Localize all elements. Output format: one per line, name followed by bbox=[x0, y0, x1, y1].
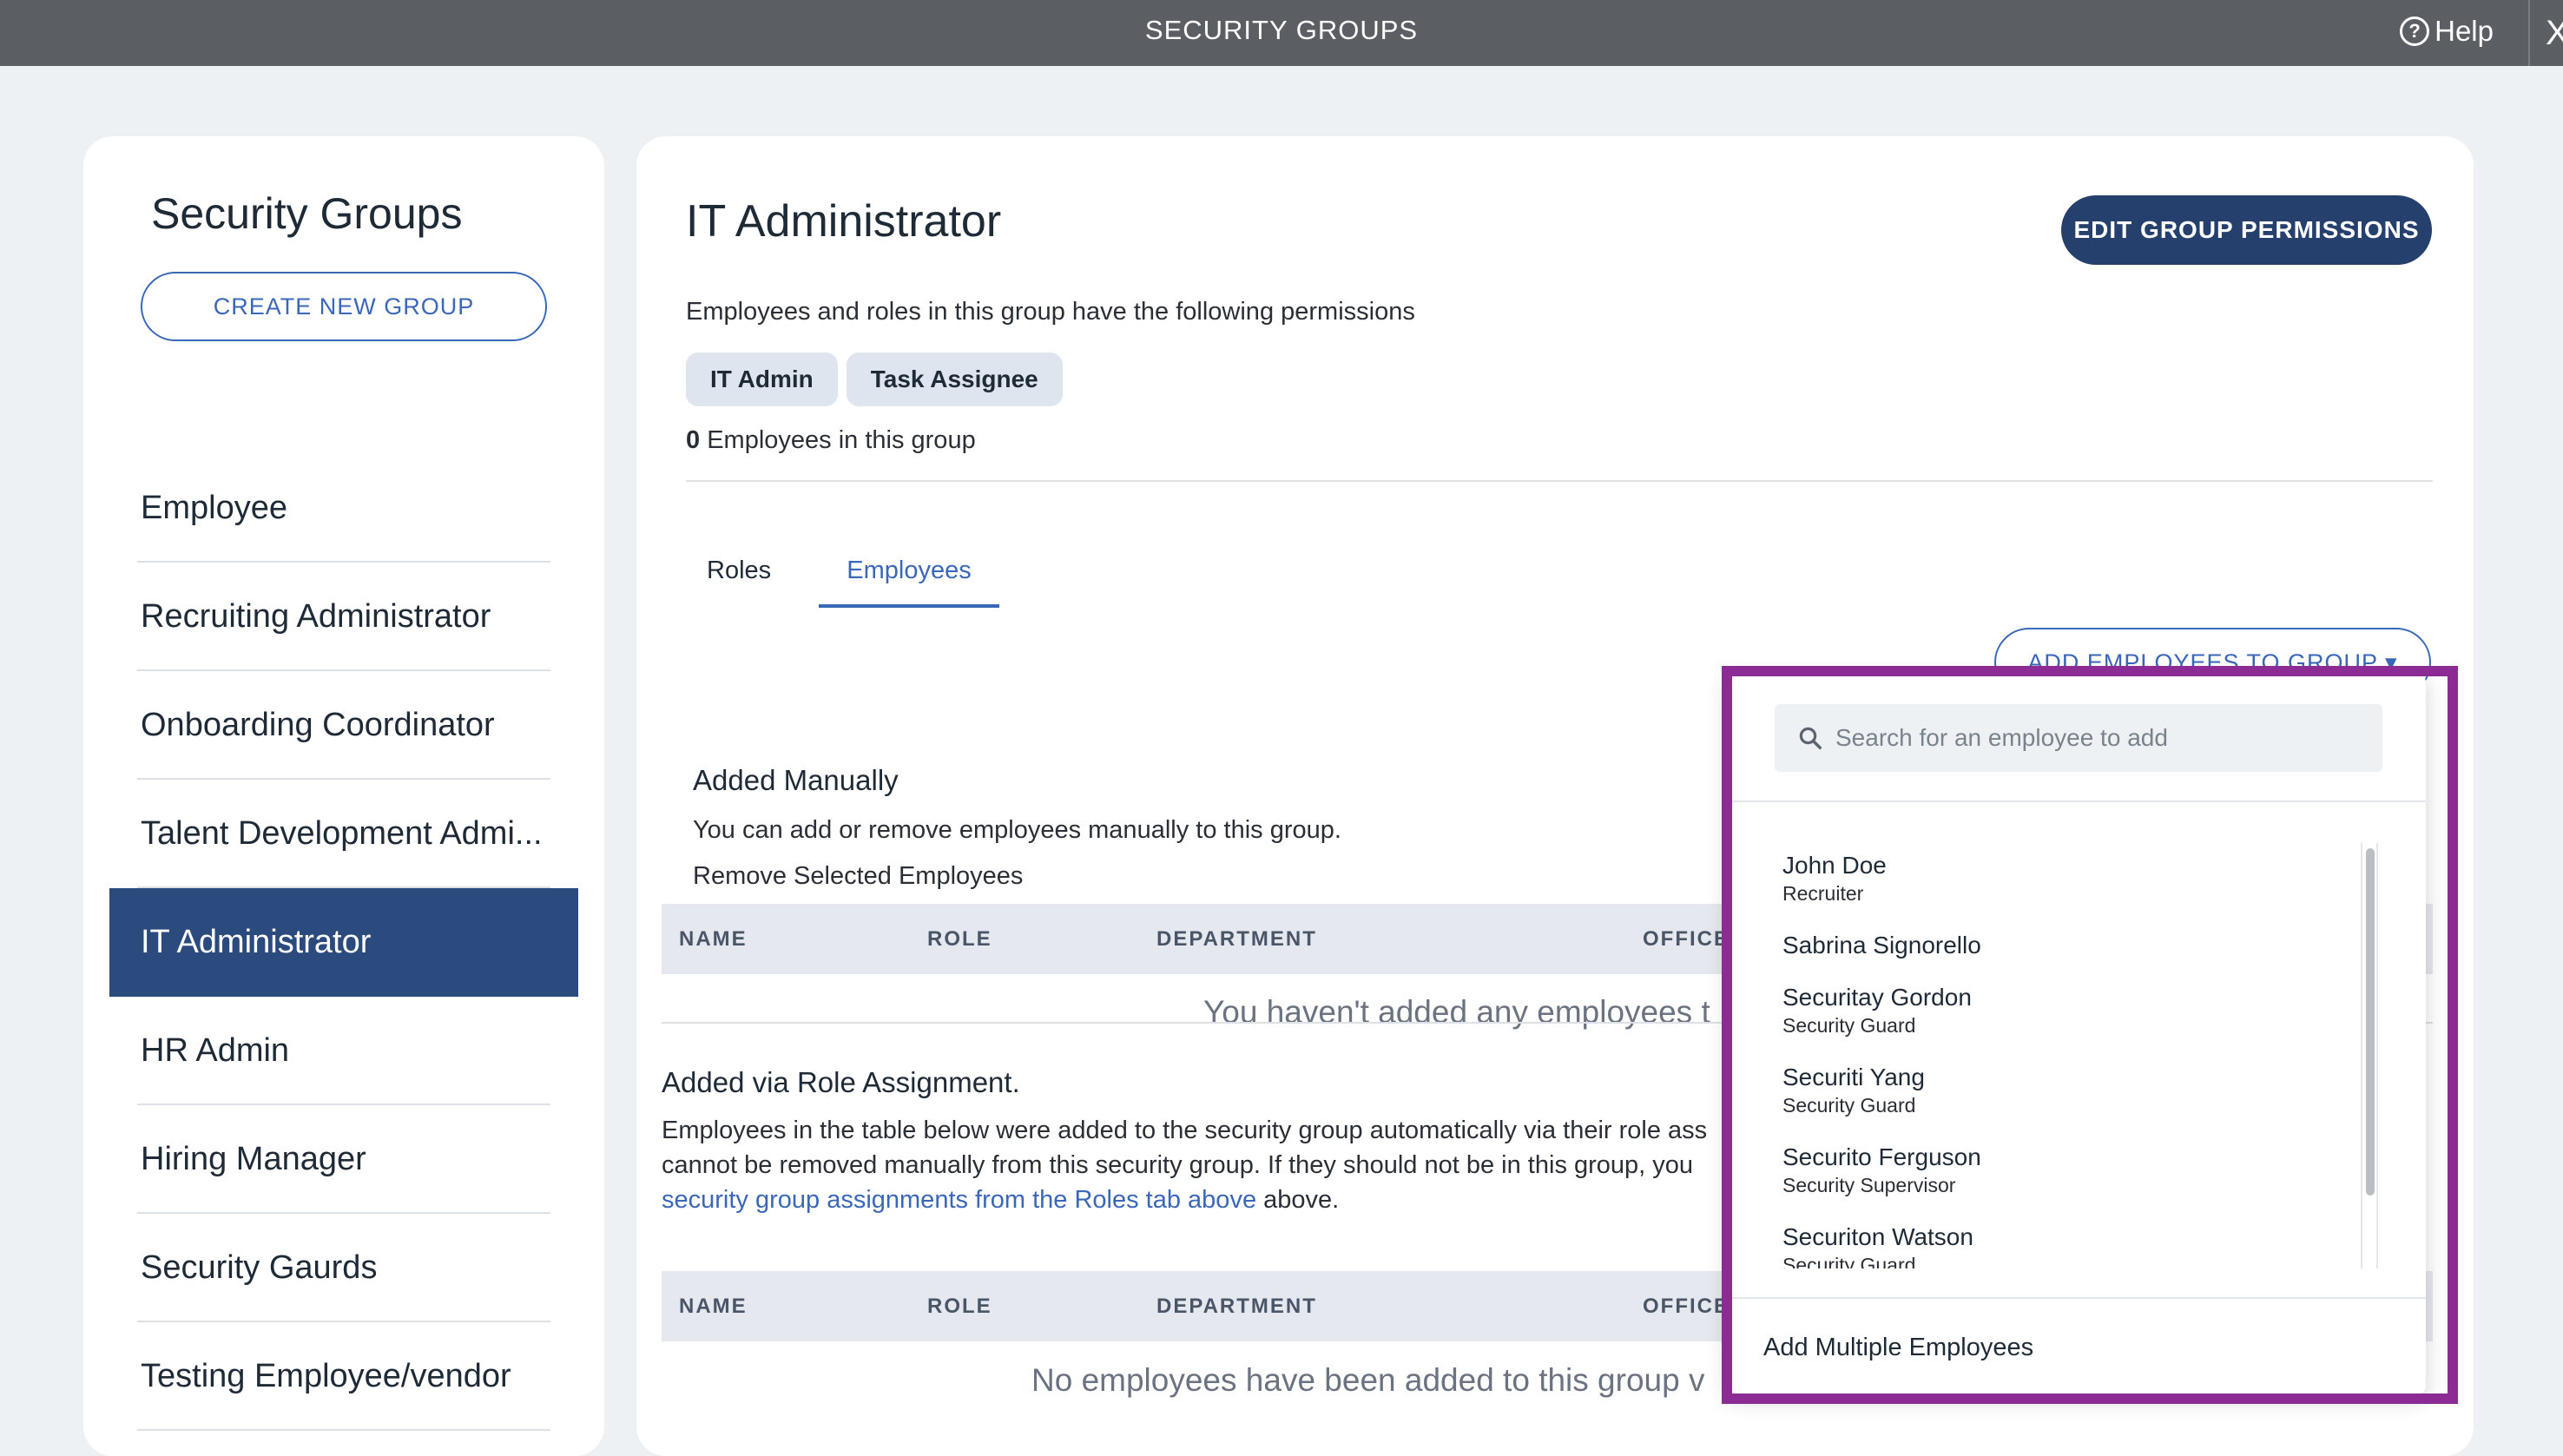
sidebar-item-employee[interactable]: Employee bbox=[83, 454, 604, 563]
sidebar-item-label: Hiring Manager bbox=[141, 1141, 366, 1177]
sidebar-item-talent-development-admin[interactable]: Talent Development Admi... bbox=[83, 780, 604, 888]
sidebar-title: Security Groups bbox=[151, 189, 463, 238]
column-header-department[interactable]: DEPARTMENT bbox=[1156, 1271, 1317, 1341]
role-assignment-description-line2: cannot be removed manually from this sec… bbox=[662, 1151, 1694, 1179]
employee-option-name: Securiton Watson bbox=[1782, 1223, 1973, 1250]
divider bbox=[686, 480, 2433, 482]
page-title: SECURITY GROUPS bbox=[1144, 15, 1419, 45]
tab-employees[interactable]: Employees bbox=[819, 538, 999, 608]
roles-tab-link[interactable]: security group assignments from the Role… bbox=[662, 1186, 1256, 1214]
manual-empty-message: You haven't added any employees t bbox=[1203, 994, 1710, 1030]
employee-option-role: Security Guard bbox=[1782, 1014, 1916, 1037]
employee-option-role: Security Guard bbox=[1782, 1254, 1916, 1268]
sidebar-item-label: IT Administrator bbox=[141, 924, 372, 960]
employee-option-name: Securitay Gordon bbox=[1782, 984, 1972, 1011]
column-header-department[interactable]: DEPARTMENT bbox=[1156, 904, 1317, 974]
role-assignment-description-tail: above. bbox=[1256, 1186, 1340, 1214]
sidebar-item-it-administrator[interactable]: IT Administrator bbox=[109, 888, 578, 997]
sidebar-item-label: Employee bbox=[141, 490, 287, 526]
edit-group-permissions-button[interactable]: EDIT GROUP PERMISSIONS bbox=[2061, 195, 2432, 265]
sidebar-item-label: Onboarding Coordinator bbox=[141, 707, 495, 743]
sidebar-item-label: Recruiting Administrator bbox=[141, 598, 491, 635]
employee-option-name: Sabrina Signorello bbox=[1782, 932, 1981, 959]
column-header-name[interactable]: NAME bbox=[679, 1271, 748, 1341]
role-assignment-title: Added via Role Assignment. bbox=[662, 1066, 1020, 1098]
column-header-office[interactable]: OFFICE bbox=[1643, 1271, 1730, 1341]
column-header-office[interactable]: OFFICE bbox=[1643, 904, 1730, 974]
permissions-description: Employees and roles in this group have t… bbox=[686, 298, 1415, 326]
tab-roles[interactable]: Roles bbox=[707, 538, 771, 608]
employee-option-name: John Doe bbox=[1782, 852, 1887, 879]
employee-option[interactable]: Securiti Yang Security Guard bbox=[1727, 1062, 2352, 1117]
close-icon[interactable]: X bbox=[2528, 0, 2563, 66]
column-header-role[interactable]: ROLE bbox=[927, 904, 992, 974]
divider bbox=[1727, 800, 2426, 802]
employee-option[interactable]: Securiton Watson Security Guard bbox=[1727, 1222, 2352, 1268]
employee-option-name: Securito Ferguson bbox=[1782, 1143, 1981, 1170]
employee-option-name: Securiti Yang bbox=[1782, 1064, 1925, 1090]
employee-count-value: 0 bbox=[686, 426, 701, 454]
scrollbar-thumb[interactable] bbox=[2366, 848, 2375, 1196]
permission-chips: IT Admin Task Assignee bbox=[686, 352, 1063, 406]
sidebar-item-label: Security Gaurds bbox=[141, 1249, 378, 1286]
help-label: Help bbox=[2435, 15, 2494, 47]
divider bbox=[1727, 1297, 2426, 1299]
employee-search-input[interactable] bbox=[1834, 723, 2358, 753]
employee-option[interactable]: Securitay Gordon Security Guard bbox=[1727, 982, 2352, 1038]
sidebar-item-testing-employee-vendor[interactable]: Testing Employee/vendor bbox=[83, 1322, 604, 1431]
role-assignment-description-line1: Employees in the table below were added … bbox=[662, 1117, 1708, 1144]
employee-option-role: Recruiter bbox=[1782, 882, 1864, 905]
security-groups-sidebar: Security Groups CREATE NEW GROUP Employe… bbox=[83, 136, 604, 1456]
help-button[interactable]: ? Help bbox=[2400, 0, 2494, 63]
sidebar-item-hr-admin[interactable]: HR Admin bbox=[83, 997, 604, 1105]
employee-option[interactable]: Sabrina Signorello bbox=[1727, 930, 2352, 961]
employee-option[interactable]: Securito Ferguson Security Supervisor bbox=[1727, 1142, 2352, 1197]
sidebar-item-recruiting-administrator[interactable]: Recruiting Administrator bbox=[83, 563, 604, 671]
divider bbox=[137, 1429, 550, 1431]
column-header-role[interactable]: ROLE bbox=[927, 1271, 992, 1341]
role-empty-message: No employees have been added to this gro… bbox=[1031, 1362, 1705, 1398]
employee-option[interactable]: John Doe Recruiter bbox=[1727, 850, 2352, 906]
sidebar-item-hiring-manager[interactable]: Hiring Manager bbox=[83, 1105, 604, 1214]
sidebar-item-security-gaurds[interactable]: Security Gaurds bbox=[83, 1214, 604, 1322]
top-bar: SECURITY GROUPS ? Help X bbox=[0, 0, 2563, 66]
group-title: IT Administrator bbox=[686, 196, 1002, 247]
help-icon: ? bbox=[2400, 16, 2430, 46]
remove-selected-employees-link[interactable]: Remove Selected Employees bbox=[693, 862, 1023, 891]
employee-option-role: Security Supervisor bbox=[1782, 1174, 1956, 1196]
sidebar-item-label: HR Admin bbox=[141, 1032, 290, 1069]
role-assignment-description-line3: security group assignments from the Role… bbox=[662, 1186, 1339, 1215]
added-manually-title: Added Manually bbox=[693, 764, 899, 796]
added-manually-description: You can add or remove employees manually… bbox=[693, 816, 1341, 844]
employee-list-scrollbar[interactable] bbox=[2361, 843, 2378, 1268]
employee-count-suffix: Employees in this group bbox=[700, 426, 976, 454]
permission-chip: Task Assignee bbox=[846, 352, 1063, 406]
search-icon bbox=[1799, 727, 1822, 749]
employee-count: 0 Employees in this group bbox=[686, 426, 976, 455]
employee-option-role: Security Guard bbox=[1782, 1094, 1916, 1117]
employee-search-box[interactable] bbox=[1775, 704, 2382, 772]
sidebar-item-onboarding-coordinator[interactable]: Onboarding Coordinator bbox=[83, 671, 604, 780]
add-employee-dropdown: John Doe Recruiter Sabrina Signorello Se… bbox=[1727, 674, 2426, 1394]
permission-chip: IT Admin bbox=[686, 352, 838, 406]
create-new-group-button[interactable]: CREATE NEW GROUP bbox=[141, 272, 547, 341]
column-header-name[interactable]: NAME bbox=[679, 904, 748, 974]
employee-options-list: John Doe Recruiter Sabrina Signorello Se… bbox=[1727, 843, 2421, 1268]
add-multiple-employees-link[interactable]: Add Multiple Employees bbox=[1763, 1334, 2033, 1362]
sidebar-item-label: Talent Development Admi... bbox=[141, 815, 543, 852]
group-list: Employee Recruiting Administrator Onboar… bbox=[83, 454, 604, 1431]
sidebar-item-label: Testing Employee/vendor bbox=[141, 1358, 511, 1394]
